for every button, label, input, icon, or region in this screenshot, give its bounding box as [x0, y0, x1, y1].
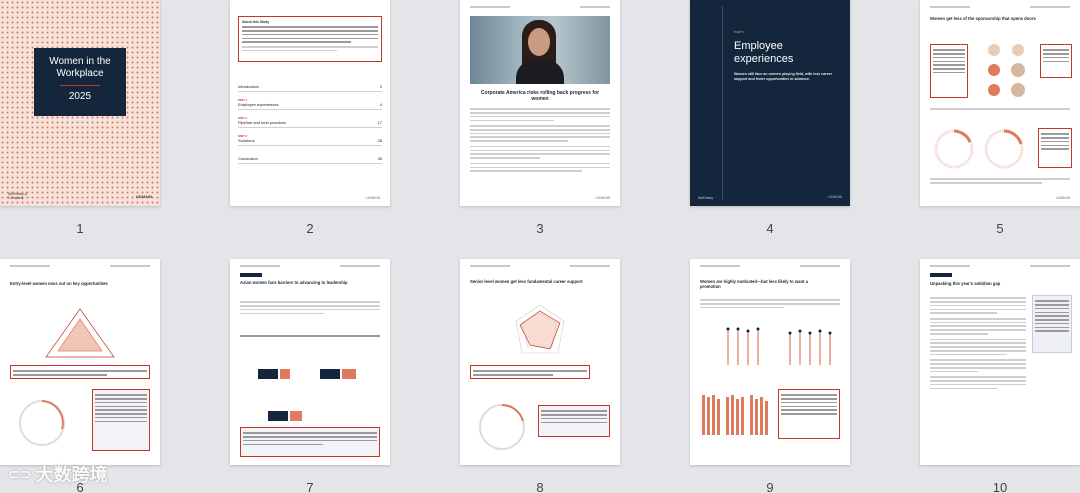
lollipop-chart [726, 327, 832, 365]
page-thumbnail-7[interactable]: Asian women face barriers to advancing t… [230, 259, 390, 465]
page-number-8: 8 [536, 480, 544, 493]
page-footer-logo: LEAN IN [1056, 196, 1070, 200]
toc-label: Conclusion [238, 156, 258, 161]
page-heading: Entry-level women miss out on key opport… [10, 281, 108, 286]
body-text [470, 106, 610, 174]
page-heading: Corporate America risks rolling back pro… [480, 90, 600, 102]
cover-year: 2025 [68, 91, 92, 102]
donut-chart [19, 400, 65, 446]
about-study-title: About this Study [242, 20, 270, 24]
stacked-bar-chart [702, 395, 768, 435]
sponsorship-donut-charts [934, 129, 1024, 169]
page-heading: Women are highly motivated—but less like… [700, 279, 808, 290]
page-heading: Senior-level women get less fundamental … [470, 279, 583, 284]
donut-chart [479, 404, 525, 450]
page-number-10: 10 [992, 480, 1008, 493]
page-heading: Asian women face barriers to advancing t… [240, 280, 348, 285]
page-number-4: 4 [766, 221, 774, 236]
part-label: PART 1 [734, 30, 745, 34]
cover-title: Women in the Workplace [49, 56, 111, 79]
page-heading: Unpacking this year's ambition gap [930, 281, 1001, 286]
page-thumbnail-2[interactable]: About this Study Introduction 3 PART 1 Em… [230, 0, 390, 206]
page-number-3: 3 [536, 221, 544, 236]
page-thumbnail-5[interactable]: Women get less of the sponsorship that o… [920, 0, 1080, 206]
page-footer-logo: LEAN IN [596, 196, 610, 200]
toc-label: Introduction [238, 84, 259, 89]
page-number-9: 9 [766, 480, 774, 493]
page-thumbnail-6[interactable]: Entry-level women miss out on key opport… [0, 259, 160, 465]
watermark: ⊂⊃ 大数跨境 [8, 461, 107, 487]
toc-label: Pipeline and best practices [238, 120, 286, 125]
about-study-box: About this Study [238, 16, 382, 62]
watermark-logo-icon: ⊂⊃ [8, 465, 32, 482]
toc-label: Solutions [238, 138, 255, 143]
page-footer-logo: LEAN IN [366, 196, 380, 200]
triangle-chart [45, 308, 115, 358]
table-of-contents: Introduction 3 PART 1 Employee experience… [238, 82, 382, 164]
toc-label: Employee experiences [238, 102, 279, 107]
mckinsey-logo: McKinsey & Company [8, 192, 27, 200]
page-number-5: 5 [996, 221, 1004, 236]
sponsorship-circles-chart [988, 44, 1025, 97]
page-number-7: 7 [306, 480, 314, 493]
cover-title-box: Women in the Workplace 2025 [34, 48, 126, 116]
watermark-text: 大数跨境 [35, 465, 108, 485]
page-thumbnail-10[interactable]: Unpacking this year's ambition gap [920, 259, 1080, 465]
page-number-2: 2 [306, 221, 314, 236]
page-heading: Women get less of the sponsorship that o… [930, 16, 1036, 21]
page-number-1: 1 [76, 221, 84, 236]
page-thumbnail-3[interactable]: Corporate America risks rolling back pro… [460, 0, 620, 206]
page-thumbnail-1[interactable]: Women in the Workplace 2025 McKinsey & C… [0, 0, 160, 206]
part-heading: Employee experiences [734, 40, 794, 65]
radar-chart [515, 304, 565, 354]
page-thumbnail-4[interactable]: PART 1 Employee experiences Women still … [690, 0, 850, 206]
lean-in-logo: LEAN IN [136, 194, 152, 199]
page-thumbnail-9[interactable]: Women are highly motivated—but less like… [690, 259, 850, 465]
part-subheading: Women still face an uneven playing field… [734, 72, 832, 81]
page-thumbnail-8[interactable]: Senior-level women get less fundamental … [460, 259, 620, 465]
portrait-photo [470, 16, 610, 84]
